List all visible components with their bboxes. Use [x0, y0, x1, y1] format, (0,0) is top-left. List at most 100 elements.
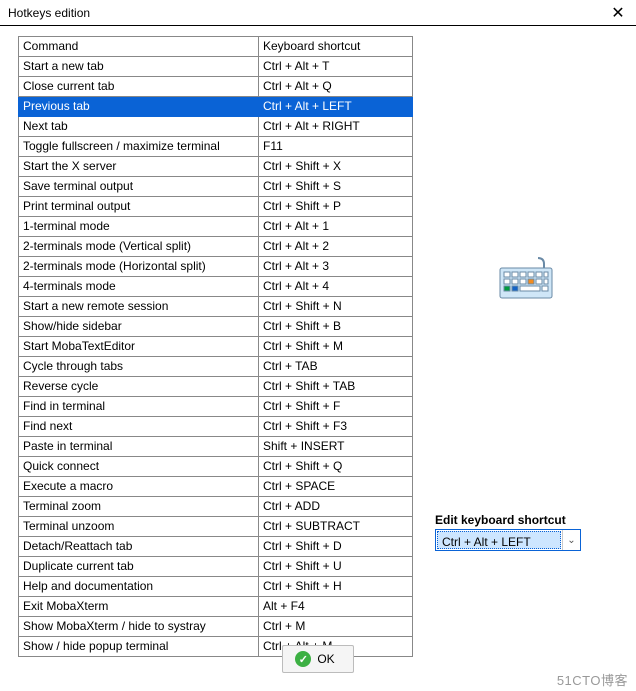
keyboard-icon: [498, 256, 554, 303]
cell-shortcut: Ctrl + Shift + F: [259, 397, 413, 417]
side-panel: Edit keyboard shortcut Ctrl + Alt + LEFT…: [427, 36, 636, 551]
cell-command: Toggle fullscreen / maximize terminal: [19, 137, 259, 157]
table-row[interactable]: Close current tabCtrl + Alt + Q: [19, 77, 413, 97]
chevron-down-icon[interactable]: ⌄: [562, 530, 580, 550]
table-row[interactable]: Start the X serverCtrl + Shift + X: [19, 157, 413, 177]
content-area: Command Keyboard shortcut Start a new ta…: [0, 26, 636, 657]
table-row[interactable]: Find nextCtrl + Shift + F3: [19, 417, 413, 437]
ok-button[interactable]: ✓ OK: [282, 645, 353, 673]
table-row[interactable]: Cycle through tabsCtrl + TAB: [19, 357, 413, 377]
table-row[interactable]: Paste in terminalShift + INSERT: [19, 437, 413, 457]
cell-command: Find in terminal: [19, 397, 259, 417]
table-row[interactable]: Next tabCtrl + Alt + RIGHT: [19, 117, 413, 137]
cell-command: Next tab: [19, 117, 259, 137]
table-row[interactable]: Start a new remote sessionCtrl + Shift +…: [19, 297, 413, 317]
ok-button-label: OK: [317, 652, 334, 666]
cell-shortcut: Ctrl + Alt + LEFT: [259, 97, 413, 117]
table-row[interactable]: Exit MobaXtermAlt + F4: [19, 597, 413, 617]
table-row[interactable]: Duplicate current tabCtrl + Shift + U: [19, 557, 413, 577]
table-row[interactable]: Show/hide sidebarCtrl + Shift + B: [19, 317, 413, 337]
table-row[interactable]: Help and documentationCtrl + Shift + H: [19, 577, 413, 597]
cell-command: Cycle through tabs: [19, 357, 259, 377]
cell-command: Terminal unzoom: [19, 517, 259, 537]
table-row[interactable]: Quick connectCtrl + Shift + Q: [19, 457, 413, 477]
cell-command: Print terminal output: [19, 197, 259, 217]
cell-command: Close current tab: [19, 77, 259, 97]
cell-command: Start the X server: [19, 157, 259, 177]
cell-shortcut: Ctrl + Shift + M: [259, 337, 413, 357]
cell-shortcut: Ctrl + Shift + P: [259, 197, 413, 217]
cell-command: Save terminal output: [19, 177, 259, 197]
cell-shortcut: Alt + F4: [259, 597, 413, 617]
cell-command: 4-terminals mode: [19, 277, 259, 297]
header-command[interactable]: Command: [19, 37, 259, 57]
cell-command: Show MobaXterm / hide to systray: [19, 617, 259, 637]
cell-shortcut: F11: [259, 137, 413, 157]
cell-shortcut: Ctrl + Shift + Q: [259, 457, 413, 477]
table-row[interactable]: Start MobaTextEditorCtrl + Shift + M: [19, 337, 413, 357]
edit-shortcut-area: Edit keyboard shortcut Ctrl + Alt + LEFT…: [435, 513, 581, 551]
table-row[interactable]: Find in terminalCtrl + Shift + F: [19, 397, 413, 417]
cell-command: Show/hide sidebar: [19, 317, 259, 337]
cell-command: Detach/Reattach tab: [19, 537, 259, 557]
cell-shortcut: Ctrl + SUBTRACT: [259, 517, 413, 537]
table-row[interactable]: Reverse cycleCtrl + Shift + TAB: [19, 377, 413, 397]
table-row[interactable]: Detach/Reattach tabCtrl + Shift + D: [19, 537, 413, 557]
table-row[interactable]: Previous tabCtrl + Alt + LEFT: [19, 97, 413, 117]
cell-command: Previous tab: [19, 97, 259, 117]
table-row[interactable]: 4-terminals modeCtrl + Alt + 4: [19, 277, 413, 297]
table-row[interactable]: 2-terminals mode (Horizontal split)Ctrl …: [19, 257, 413, 277]
cell-shortcut: Ctrl + Alt + 2: [259, 237, 413, 257]
table-row[interactable]: Execute a macroCtrl + SPACE: [19, 477, 413, 497]
edit-shortcut-combobox[interactable]: Ctrl + Alt + LEFT ⌄: [435, 529, 581, 551]
cell-shortcut: Ctrl + M: [259, 617, 413, 637]
cell-shortcut: Ctrl + SPACE: [259, 477, 413, 497]
table-row[interactable]: Show MobaXterm / hide to systrayCtrl + M: [19, 617, 413, 637]
cell-shortcut: Shift + INSERT: [259, 437, 413, 457]
cell-shortcut: Ctrl + Alt + 3: [259, 257, 413, 277]
cell-command: Start a new remote session: [19, 297, 259, 317]
table-row[interactable]: Start a new tabCtrl + Alt + T: [19, 57, 413, 77]
cell-command: Quick connect: [19, 457, 259, 477]
title-bar: Hotkeys edition ✕: [0, 0, 636, 26]
table-row[interactable]: Toggle fullscreen / maximize terminalF11: [19, 137, 413, 157]
cell-command: Terminal zoom: [19, 497, 259, 517]
table-row[interactable]: Print terminal outputCtrl + Shift + P: [19, 197, 413, 217]
cell-shortcut: Ctrl + Shift + X: [259, 157, 413, 177]
cell-command: 1-terminal mode: [19, 217, 259, 237]
check-circle-icon: ✓: [295, 651, 311, 667]
edit-shortcut-label: Edit keyboard shortcut: [435, 513, 581, 527]
table-row[interactable]: 1-terminal modeCtrl + Alt + 1: [19, 217, 413, 237]
cell-shortcut: Ctrl + Alt + RIGHT: [259, 117, 413, 137]
footer: ✓ OK: [0, 645, 636, 673]
cell-command: 2-terminals mode (Horizontal split): [19, 257, 259, 277]
cell-shortcut: Ctrl + Shift + D: [259, 537, 413, 557]
table-row[interactable]: Terminal zoomCtrl + ADD: [19, 497, 413, 517]
table-row[interactable]: Save terminal outputCtrl + Shift + S: [19, 177, 413, 197]
cell-command: Find next: [19, 417, 259, 437]
close-icon[interactable]: ✕: [608, 3, 628, 23]
cell-command: Paste in terminal: [19, 437, 259, 457]
cell-shortcut: Ctrl + Alt + Q: [259, 77, 413, 97]
window-title: Hotkeys edition: [8, 6, 90, 20]
cell-command: 2-terminals mode (Vertical split): [19, 237, 259, 257]
cell-command: Start a new tab: [19, 57, 259, 77]
header-shortcut[interactable]: Keyboard shortcut: [259, 37, 413, 57]
cell-shortcut: Ctrl + Shift + S: [259, 177, 413, 197]
cell-shortcut: Ctrl + Shift + N: [259, 297, 413, 317]
cell-command: Reverse cycle: [19, 377, 259, 397]
cell-command: Help and documentation: [19, 577, 259, 597]
table-row[interactable]: 2-terminals mode (Vertical split)Ctrl + …: [19, 237, 413, 257]
table-row[interactable]: Terminal unzoomCtrl + SUBTRACT: [19, 517, 413, 537]
watermark-text: 51CTO博客: [557, 670, 628, 689]
cell-command: Start MobaTextEditor: [19, 337, 259, 357]
edit-shortcut-value[interactable]: Ctrl + Alt + LEFT: [437, 531, 561, 549]
cell-shortcut: Ctrl + Alt + T: [259, 57, 413, 77]
cell-command: Execute a macro: [19, 477, 259, 497]
cell-command: Exit MobaXterm: [19, 597, 259, 617]
cell-shortcut: Ctrl + Shift + B: [259, 317, 413, 337]
hotkeys-table: Command Keyboard shortcut Start a new ta…: [18, 36, 413, 657]
cell-command: Duplicate current tab: [19, 557, 259, 577]
cell-shortcut: Ctrl + Shift + U: [259, 557, 413, 577]
cell-shortcut: Ctrl + ADD: [259, 497, 413, 517]
